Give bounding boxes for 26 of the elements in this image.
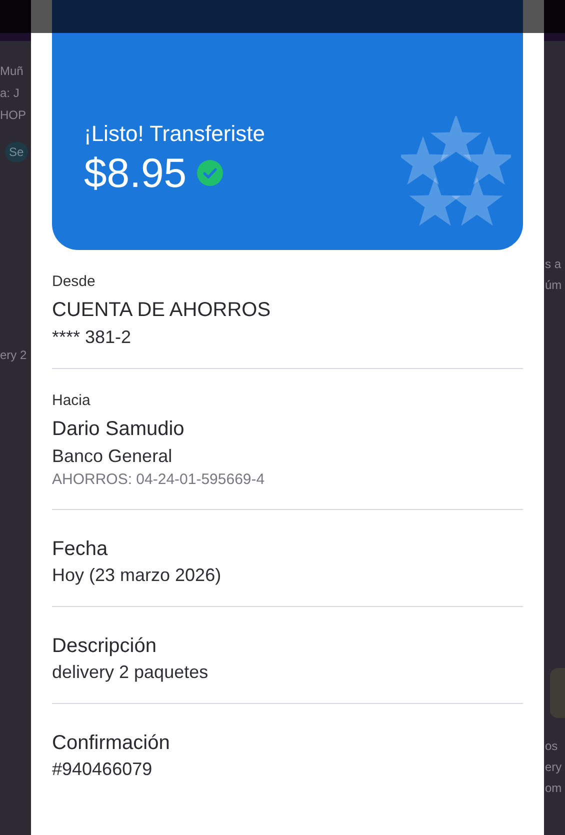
- background-text: os: [545, 738, 558, 755]
- background-text: a: J: [0, 85, 20, 102]
- account-detail: Banco General: [52, 445, 174, 468]
- background-text: ery: [545, 759, 562, 776]
- background-text: ery 2: [0, 347, 27, 364]
- amount: $8.95: [84, 150, 187, 196]
- section-label: Descripción: [52, 634, 158, 659]
- account-name: CUENTA DE AHORROS: [52, 298, 272, 323]
- stars-logo-icon: [401, 116, 511, 226]
- account-detail: **** 381-2: [52, 326, 132, 349]
- section-value: Hoy (23 marzo 2026): [52, 564, 222, 587]
- account-number: AHORROS: 04-24-01-595669-4: [52, 470, 266, 490]
- filter-chip[interactable]: Se: [5, 142, 28, 162]
- background-text: HOP: [0, 107, 26, 124]
- background-text: om: [545, 780, 562, 797]
- background-text: Muñ: [0, 63, 24, 80]
- section-label: Desde: [52, 272, 96, 292]
- section-label: Fecha: [52, 537, 109, 562]
- account-name: Dario Samudio: [52, 417, 186, 442]
- background-text: s a: [545, 256, 562, 273]
- banner-title: ¡Listo! Transferiste: [84, 120, 265, 148]
- background-text: úm: [545, 277, 562, 294]
- section-value: delivery 2 paquetes: [52, 661, 210, 684]
- section-label: Confirmación: [52, 731, 171, 756]
- section-value: #940466079: [52, 758, 154, 781]
- section-label: Hacia: [52, 391, 92, 411]
